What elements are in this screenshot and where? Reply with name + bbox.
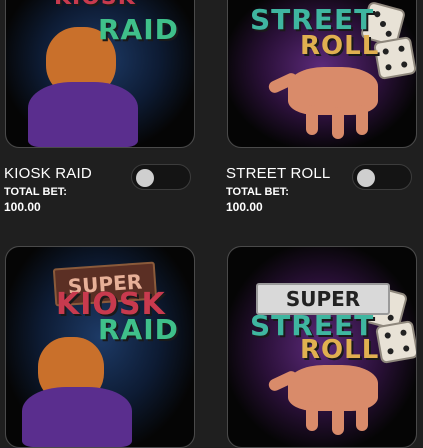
finger: [332, 403, 344, 435]
toggle-knob: [357, 169, 375, 187]
finger: [332, 107, 344, 139]
dice-icon: [372, 35, 416, 81]
total-bet-value: 100.00: [4, 200, 41, 214]
game-tile-street-roll[interactable]: STREET ROLL: [227, 0, 417, 148]
dice-icon: [374, 319, 416, 365]
game-logo-word: RAID: [98, 313, 179, 346]
game-toggle-switch[interactable]: [131, 164, 191, 190]
total-bet-label: TOTAL BET:: [4, 186, 67, 198]
character-body: [28, 82, 138, 147]
game-tile-super-kiosk-raid[interactable]: SUPER KIOSK RAID: [5, 246, 195, 448]
game-logo-word: ROLL: [300, 31, 380, 61]
game-name: STREET ROLL: [226, 165, 331, 182]
game-tile-kiosk-raid[interactable]: RAID KIOSK: [5, 0, 195, 148]
toggle-knob: [136, 169, 154, 187]
finger: [306, 401, 318, 431]
game-logo-word: ROLL: [300, 335, 380, 365]
character-body: [22, 387, 132, 447]
finger: [356, 105, 368, 135]
total-bet-value: 100.00: [226, 200, 263, 214]
game-name: KIOSK RAID: [4, 165, 92, 182]
game-toggle-switch[interactable]: [352, 164, 412, 190]
game-logo-word: KIOSK: [54, 0, 136, 10]
game-tile-super-street-roll[interactable]: SUPER STREET ROLL: [227, 246, 417, 448]
game-logo-word: RAID: [98, 13, 179, 46]
finger: [356, 401, 368, 431]
finger: [306, 105, 318, 135]
total-bet-label: TOTAL BET:: [226, 186, 289, 198]
